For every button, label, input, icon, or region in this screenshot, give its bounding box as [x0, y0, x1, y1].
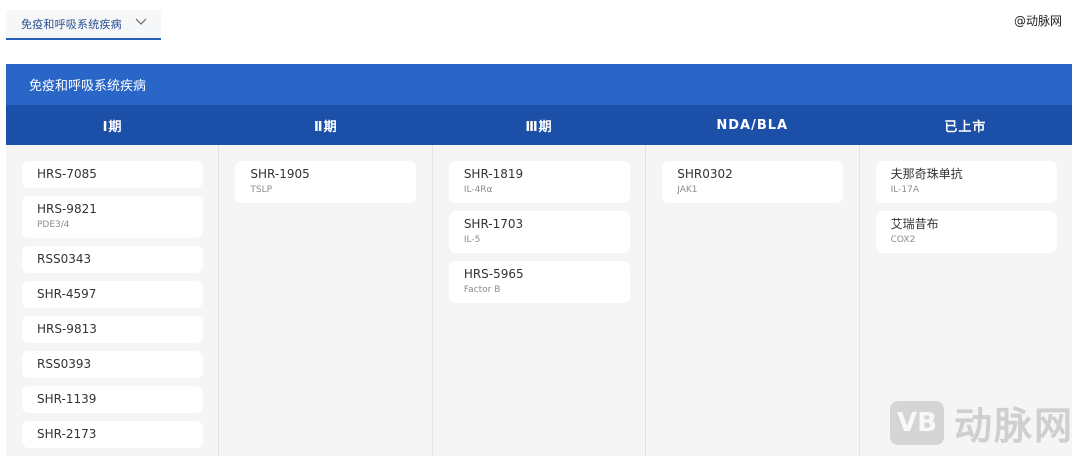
- drug-target: IL-4Rα: [463, 185, 493, 195]
- drug-name: RSS0343: [37, 252, 92, 266]
- phase-header-3: Ⅲ期: [525, 119, 553, 135]
- drug-name: 艾瑞昔布: [890, 217, 939, 231]
- drug-card[interactable]: SHR-4597: [22, 281, 203, 308]
- drug-card[interactable]: HRS-5965 Factor B: [448, 261, 630, 303]
- drug-card[interactable]: SHR0302 JAK1: [662, 161, 844, 203]
- drug-target: TSLP: [250, 185, 273, 195]
- drug-name: SHR-1139: [37, 392, 97, 406]
- drug-card[interactable]: SHR-1905 TSLP: [235, 161, 417, 203]
- drug-name: RSS0393: [37, 357, 92, 371]
- dropdown-selected-label: 免疫和呼吸系统疾病: [21, 18, 122, 31]
- source-mark: @动脉网: [1013, 14, 1062, 28]
- watermark-text: 动脉网: [953, 404, 1074, 448]
- drug-name: HRS-9813: [37, 322, 97, 336]
- drug-card[interactable]: 艾瑞昔布 COX2: [875, 211, 1057, 253]
- watermark: VB 动脉网: [889, 395, 1074, 450]
- phase-3-column: SHR-1819 IL-4Rα SHR-1703 IL-5 HRS-5965 Factor…: [433, 145, 647, 456]
- watermark-logo-icon: VB: [889, 400, 944, 445]
- drug-card[interactable]: SHR-1139: [22, 386, 203, 413]
- drug-target: JAK1: [677, 185, 698, 195]
- drug-card[interactable]: HRS-7085: [22, 161, 203, 188]
- drug-name: HRS-9821: [37, 202, 97, 216]
- drug-name: HRS-5965: [463, 267, 524, 281]
- phase-header-1: Ⅰ期: [102, 119, 123, 135]
- drug-name: SHR-4597: [37, 287, 97, 301]
- drug-card[interactable]: HRS-9821 PDE3/4: [22, 196, 203, 238]
- drug-target: IL-5: [463, 235, 481, 245]
- phase-2-column: SHR-1905 TSLP: [219, 145, 433, 456]
- phase-header-marketed: 已上市: [944, 119, 987, 135]
- drug-name: SHR-1905: [250, 167, 310, 181]
- drug-card[interactable]: SHR-1703 IL-5: [448, 211, 630, 253]
- drug-card[interactable]: HRS-9813: [22, 316, 203, 343]
- drug-card[interactable]: RSS0343: [22, 246, 203, 273]
- drug-name: SHR0302: [677, 167, 733, 181]
- nda-bla-column: SHR0302 JAK1: [646, 145, 860, 456]
- drug-name: HRS-7085: [37, 167, 97, 181]
- phase-header-nda-bla: NDA/BLA: [716, 117, 789, 133]
- drug-card[interactable]: SHR-2173: [22, 421, 203, 448]
- phase-header-2: Ⅱ期: [314, 119, 338, 135]
- disease-area-dropdown[interactable]: 免疫和呼吸系统疾病: [6, 10, 161, 40]
- drug-target: COX2: [890, 235, 916, 245]
- drug-target: PDE3/4: [37, 220, 70, 230]
- drug-target: IL-17A: [890, 185, 919, 195]
- drug-card[interactable]: SHR-1819 IL-4Rα: [448, 161, 630, 203]
- category-banner: 免疫和呼吸系统疾病: [6, 64, 1072, 105]
- drug-target: Factor B: [463, 285, 501, 295]
- drug-name: SHR-1703: [463, 217, 524, 231]
- phase-header-row: Ⅰ期 Ⅱ期 Ⅲ期 NDA/BLA 已上市: [6, 105, 1072, 145]
- drug-name: SHR-1819: [463, 167, 524, 181]
- phase-1-column: HRS-7085 HRS-9821 PDE3/4 RSS0343 SHR-4597 HRS…: [6, 145, 220, 456]
- drug-card[interactable]: RSS0393: [22, 351, 203, 378]
- drug-card[interactable]: 夫那奇珠单抗 IL-17A: [875, 161, 1057, 203]
- chevron-down-icon: [135, 18, 147, 25]
- drug-name: 夫那奇珠单抗: [890, 167, 963, 181]
- category-title: 免疫和呼吸系统疾病: [29, 79, 147, 94]
- drug-name: SHR-2173: [37, 427, 97, 441]
